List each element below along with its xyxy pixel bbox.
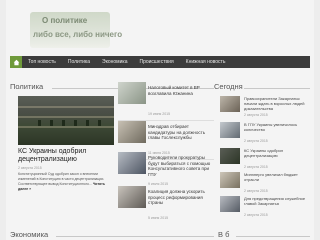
sidebar-news-date: 2 августа 2015 bbox=[244, 139, 268, 143]
section-title-today: Сегодня bbox=[214, 82, 243, 91]
main-article-excerpt: Конституционный Суд одобрил закон о внес… bbox=[18, 172, 114, 192]
main-article-title[interactable]: КС Украины одобрил децентрализацию bbox=[18, 148, 116, 164]
nav-item-incidents[interactable]: Происшествия bbox=[133, 56, 179, 68]
sidebar-news-item[interactable]: Правоохранители Закарпатья начали ждать … bbox=[220, 96, 310, 122]
nav-item-top-news[interactable]: Топ новость bbox=[22, 56, 62, 68]
news-thumbnail[interactable] bbox=[118, 82, 146, 104]
nav-item-book-news[interactable]: Книжная новость bbox=[180, 56, 232, 68]
sidebar-news-title[interactable]: Правоохранители Закарпатья начали ждать … bbox=[244, 96, 310, 111]
sidebar-news-item[interactable]: В ГПУ Украины увеличилось количество 2 а… bbox=[220, 122, 310, 148]
sidebar-thumbnail[interactable] bbox=[220, 196, 240, 212]
home-icon bbox=[13, 59, 19, 65]
news-title[interactable]: Минздрав отбирает кандидатуры на должнос… bbox=[148, 124, 212, 141]
news-item[interactable]: Коалиция должна ускорить процесс реформи… bbox=[118, 186, 214, 225]
sidebar-news-title[interactable]: Для предотвращения служебное главой Зака… bbox=[244, 196, 310, 207]
section-divider bbox=[236, 236, 310, 237]
sidebar-news-date: 2 августа 2015 bbox=[244, 189, 268, 193]
main-article-date: 2 августа 2015 bbox=[18, 166, 42, 170]
page: О политике либо все, либо ничего Топ нов… bbox=[6, 0, 314, 240]
news-date: 19 июня 2015 bbox=[148, 112, 171, 116]
section-title-economy[interactable]: Экономика bbox=[10, 230, 48, 239]
nav-item-politics[interactable]: Политика bbox=[62, 56, 96, 68]
sidebar-thumbnail[interactable] bbox=[220, 148, 240, 164]
main-nav: Топ новость Политика Экономика Происшест… bbox=[10, 56, 310, 68]
news-thumbnail[interactable] bbox=[118, 121, 146, 143]
news-title[interactable]: Налоговый комитет в ВР возглавила Южанин… bbox=[148, 85, 212, 96]
section-divider bbox=[56, 236, 214, 237]
sidebar-news-title[interactable]: Минэнерго увеличил бюджет отрасли bbox=[244, 172, 310, 183]
news-thumbnail[interactable] bbox=[118, 186, 146, 208]
logo-line-2: либо все, либо ничего bbox=[33, 30, 123, 39]
nav-item-economy[interactable]: Экономика bbox=[96, 56, 133, 68]
main-article-text: Конституционный Суд одобрил закон о внес… bbox=[18, 172, 105, 186]
news-title[interactable]: Руководители прокуратуры будут выбиратьс… bbox=[148, 155, 212, 177]
sidebar-news-title[interactable]: В ГПУ Украины увеличилось количество bbox=[244, 122, 310, 133]
sidebar-news-date: 2 августа 2015 bbox=[244, 165, 268, 169]
news-thumbnail[interactable] bbox=[118, 152, 146, 174]
section-title-truncated: В б bbox=[218, 230, 230, 239]
news-title[interactable]: Коалиция должна ускорить процесс реформи… bbox=[148, 189, 212, 206]
sidebar-news-title[interactable]: КС Украины одобрил децентрализацию bbox=[244, 148, 310, 159]
site-logo[interactable]: О политике либо все, либо ничего bbox=[30, 12, 122, 48]
section-title-politics[interactable]: Политика bbox=[10, 82, 43, 91]
sidebar-news-item[interactable]: Минэнерго увеличил бюджет отрасли 2 авгу… bbox=[220, 172, 310, 198]
home-button[interactable] bbox=[10, 56, 22, 68]
sidebar-news-item[interactable]: Для предотвращения служебное главой Зака… bbox=[220, 196, 310, 222]
sidebar-thumbnail[interactable] bbox=[220, 122, 240, 138]
main-article-image[interactable] bbox=[18, 96, 114, 145]
section-divider bbox=[244, 88, 310, 89]
logo-line-1: О политике bbox=[42, 16, 88, 25]
sidebar-news-item[interactable]: КС Украины одобрил децентрализацию 2 авг… bbox=[220, 148, 310, 174]
sidebar-news-date: 2 августа 2015 bbox=[244, 213, 268, 217]
sidebar-thumbnail[interactable] bbox=[220, 172, 240, 188]
sidebar-thumbnail[interactable] bbox=[220, 96, 240, 112]
news-date: 5 июня 2015 bbox=[148, 216, 169, 220]
sidebar-news-date: 2 августа 2015 bbox=[244, 113, 268, 117]
news-item[interactable]: Налоговый комитет в ВР возглавила Южанин… bbox=[118, 82, 214, 121]
